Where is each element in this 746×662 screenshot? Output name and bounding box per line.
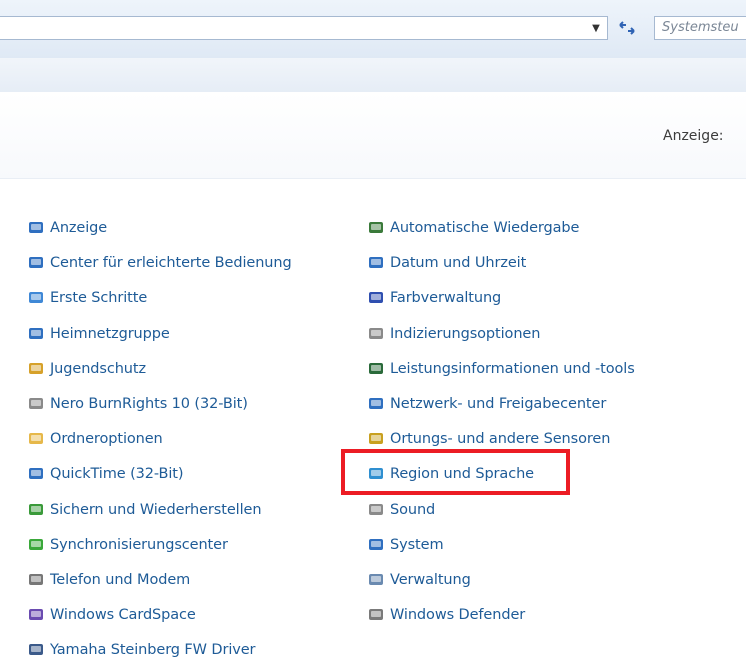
phone-modem-icon bbox=[27, 571, 45, 589]
control-panel-item[interactable]: Heimnetzgruppe bbox=[27, 322, 170, 346]
control-panel-item[interactable]: Netzwerk- und Freigabecenter bbox=[367, 392, 606, 416]
item-label: Ortungs- und andere Sensoren bbox=[390, 431, 611, 447]
folder-options-icon bbox=[27, 430, 45, 448]
parental-controls-icon bbox=[27, 360, 45, 378]
item-label: Verwaltung bbox=[390, 572, 471, 588]
control-panel-item[interactable]: Windows CardSpace bbox=[27, 603, 196, 627]
administrative-tools-icon bbox=[367, 571, 385, 589]
search-input[interactable]: Systemsteu bbox=[654, 16, 746, 40]
sound-icon bbox=[367, 501, 385, 519]
control-panel-item[interactable]: Region und Sprache bbox=[367, 462, 534, 486]
network-sharing-icon bbox=[367, 395, 385, 413]
sensors-icon bbox=[367, 430, 385, 448]
chevron-down-icon: ▼ bbox=[592, 22, 600, 34]
homegroup-icon bbox=[27, 325, 45, 343]
view-by-label: Anzeige: bbox=[663, 128, 724, 144]
control-panel-item[interactable]: Erste Schritte bbox=[27, 286, 147, 310]
item-label: Windows Defender bbox=[390, 607, 526, 623]
region-language-icon bbox=[367, 465, 385, 483]
refresh-icon bbox=[619, 21, 635, 35]
control-panel-item[interactable]: Center für erleichterte Bedienung bbox=[27, 251, 292, 275]
control-panel-item[interactable]: Leistungsinformationen und -tools bbox=[367, 357, 635, 381]
control-panel-item[interactable]: Ortungs- und andere Sensoren bbox=[367, 427, 610, 451]
command-bar bbox=[0, 58, 746, 92]
item-label: Synchronisierungscenter bbox=[50, 537, 228, 553]
control-panel-item[interactable]: Jugendschutz bbox=[27, 357, 146, 381]
yamaha-driver-icon bbox=[27, 641, 45, 659]
control-panel-item[interactable]: Synchronisierungscenter bbox=[27, 533, 228, 557]
nero-icon bbox=[27, 395, 45, 413]
item-label: Jugendschutz bbox=[50, 361, 146, 377]
control-panel-item[interactable]: Nero BurnRights 10 (32-Bit) bbox=[27, 392, 248, 416]
control-panel-item[interactable]: Datum und Uhrzeit bbox=[367, 251, 526, 275]
refresh-button[interactable] bbox=[612, 16, 642, 40]
content-header bbox=[0, 92, 746, 179]
control-panel-item[interactable]: Windows Defender bbox=[367, 603, 525, 627]
item-label: Sound bbox=[390, 502, 436, 518]
control-panel-item[interactable]: Sound bbox=[367, 498, 435, 522]
performance-icon bbox=[367, 360, 385, 378]
item-label: System bbox=[390, 537, 444, 553]
item-label: Region und Sprache bbox=[390, 466, 534, 482]
sync-center-icon bbox=[27, 536, 45, 554]
item-label: Farbverwaltung bbox=[390, 290, 502, 306]
date-time-icon bbox=[367, 254, 385, 272]
item-label: Netzwerk- und Freigabecenter bbox=[390, 396, 607, 412]
cardspace-icon bbox=[27, 606, 45, 624]
item-label: Sichern und Wiederherstellen bbox=[50, 502, 262, 518]
control-panel-item[interactable]: Ordneroptionen bbox=[27, 427, 163, 451]
item-label: Yamaha Steinberg FW Driver bbox=[50, 642, 256, 658]
item-label: Automatische Wiedergabe bbox=[390, 220, 580, 236]
system-icon bbox=[367, 536, 385, 554]
item-label: Windows CardSpace bbox=[50, 607, 196, 623]
control-panel-item[interactable]: System bbox=[367, 533, 444, 557]
item-label: Center für erleichterte Bedienung bbox=[50, 255, 292, 271]
control-panel-item[interactable]: Telefon und Modem bbox=[27, 568, 190, 592]
address-bar[interactable] bbox=[0, 16, 608, 40]
control-panel-item[interactable]: Automatische Wiedergabe bbox=[367, 216, 579, 240]
address-history-dropdown[interactable]: ▼ bbox=[584, 16, 608, 40]
getting-started-icon bbox=[27, 289, 45, 307]
item-label: Erste Schritte bbox=[50, 290, 148, 306]
indexing-options-icon bbox=[367, 325, 385, 343]
item-label: Nero BurnRights 10 (32-Bit) bbox=[50, 396, 248, 412]
item-label: QuickTime (32-Bit) bbox=[50, 466, 184, 482]
control-panel-item[interactable]: Sichern und Wiederherstellen bbox=[27, 498, 262, 522]
address-bar-area: ▼ Systemsteu bbox=[0, 0, 746, 59]
item-label: Ordneroptionen bbox=[50, 431, 163, 447]
windows-defender-icon bbox=[367, 606, 385, 624]
item-label: Leistungsinformationen und -tools bbox=[390, 361, 635, 377]
item-label: Indizierungsoptionen bbox=[390, 326, 541, 342]
color-management-icon bbox=[367, 289, 385, 307]
monitor-icon bbox=[27, 219, 45, 237]
control-panel-item[interactable]: Indizierungsoptionen bbox=[367, 322, 540, 346]
item-label: Datum und Uhrzeit bbox=[390, 255, 527, 271]
control-panel-item[interactable]: Anzeige bbox=[27, 216, 107, 240]
accessibility-icon bbox=[27, 254, 45, 272]
control-panel-item[interactable]: Farbverwaltung bbox=[367, 286, 501, 310]
autoplay-icon bbox=[367, 219, 385, 237]
backup-icon bbox=[27, 501, 45, 519]
item-label: Telefon und Modem bbox=[50, 572, 191, 588]
item-label: Heimnetzgruppe bbox=[50, 326, 170, 342]
control-panel-item[interactable]: Yamaha Steinberg FW Driver bbox=[27, 638, 256, 662]
quicktime-icon bbox=[27, 465, 45, 483]
control-panel-item[interactable]: Verwaltung bbox=[367, 568, 471, 592]
control-panel-item[interactable]: QuickTime (32-Bit) bbox=[27, 462, 184, 486]
item-label: Anzeige bbox=[50, 220, 108, 236]
